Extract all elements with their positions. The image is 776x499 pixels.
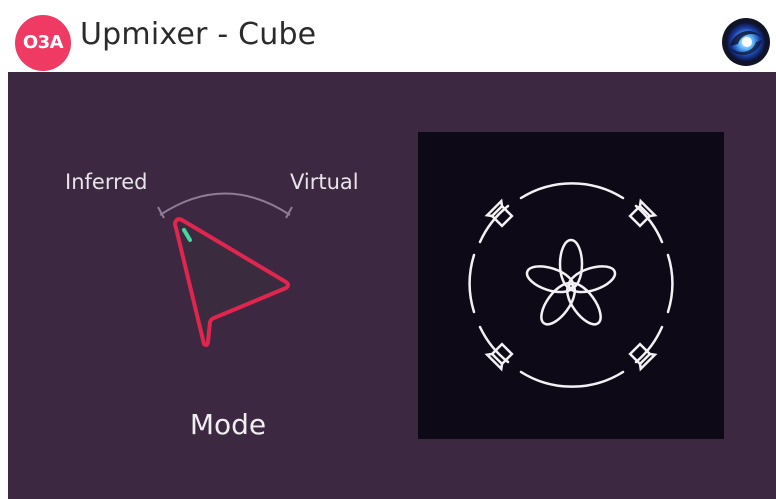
mode-knob[interactable] bbox=[173, 217, 290, 348]
brand-badge: O3A bbox=[15, 15, 71, 71]
main-panel: Inferred Virtual Mode bbox=[8, 72, 776, 499]
mode-control: Inferred Virtual Mode bbox=[8, 72, 408, 499]
ring-arc-top bbox=[519, 182, 625, 200]
swirl-logo-icon bbox=[722, 18, 770, 66]
flower-source-icon bbox=[525, 238, 617, 326]
ring-arc-left bbox=[468, 253, 476, 314]
knob-caption: Mode bbox=[189, 408, 267, 441]
knob-scale-arc bbox=[159, 192, 291, 216]
header-bar: O3A Upmixer - Cube bbox=[0, 0, 776, 72]
ring-arc-right-top bbox=[634, 204, 664, 244]
cube-speaker-layout-icon bbox=[418, 132, 724, 439]
plugin-window: O3A Upmixer - Cube Inferred Virtual Mode bbox=[0, 0, 776, 499]
ring-arc-right bbox=[666, 253, 674, 314]
ring-arc-bottom bbox=[519, 370, 625, 388]
plugin-title: Upmixer - Cube bbox=[80, 17, 317, 52]
